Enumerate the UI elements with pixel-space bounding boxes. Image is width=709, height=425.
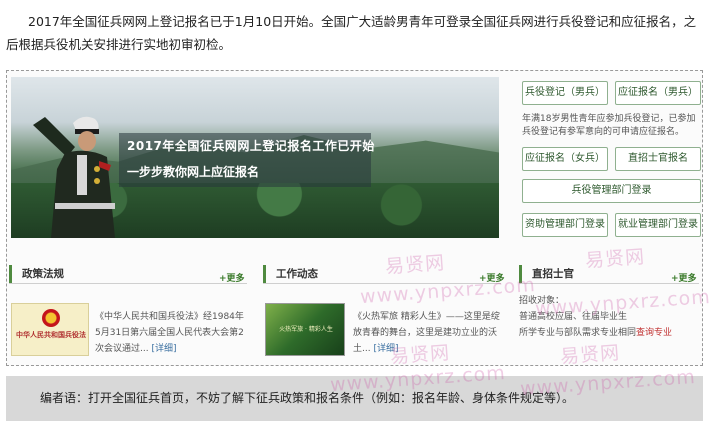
work-line-1: 《火热军旅 精彩人生》——这里是绽: [353, 312, 500, 322]
intro-paragraph: 2017年全国征兵网网上登记报名已于1月10日开始。全国广大适龄男青年可登录全国…: [6, 14, 697, 52]
work-detail-link[interactable]: [详细]: [373, 344, 398, 354]
policy-section-title[interactable]: 政策法规: [9, 265, 129, 283]
recruit-section-title[interactable]: 直招士官: [519, 265, 639, 283]
policy-line-3: 次会议通过...: [95, 344, 149, 354]
work-line-2: 放青春的舞台，这里是建功立业的沃: [353, 328, 498, 338]
policy-line-1: 《中华人民共和国兵役法》经1984年: [95, 312, 244, 322]
recruit-line-3: 所学专业与部队需求专业相同: [519, 328, 637, 338]
direct-recruit-button[interactable]: 直招士官报名: [615, 147, 701, 171]
query-major-link[interactable]: 查询专业: [636, 328, 672, 338]
employment-login-button[interactable]: 就业管理部门登录: [615, 213, 701, 237]
policy-detail-link[interactable]: [详细]: [151, 344, 176, 354]
law-cover-title: 中华人民共和国兵役法: [16, 330, 86, 339]
enlist-female-button[interactable]: 应征报名（女兵）: [522, 147, 608, 171]
editor-note: 编者语：打开全国征兵首页，不妨了解下征兵政策和报名条件（例如：报名年龄、身体条件…: [6, 376, 703, 421]
military-service-law-thumbnail[interactable]: 中华人民共和国兵役法: [11, 303, 89, 356]
registration-male-button[interactable]: 兵役登记（男兵）: [522, 81, 608, 105]
recruit-line-1: 招收对象：: [519, 296, 565, 306]
military-life-video-thumbnail[interactable]: 火热军旅 · 精彩人生: [265, 303, 345, 356]
work-line-3: 土...: [353, 344, 371, 354]
recruit-divider: [519, 283, 699, 284]
recruit-summary: 招收对象： 普通高校应届、往届毕业生 所学专业与部队需求专业相同查询专业: [519, 293, 699, 341]
policy-summary: 《中华人民共和国兵役法》经1984年 5月31日第六届全国人民代表大会第2 次会…: [95, 309, 255, 357]
aid-login-button[interactable]: 资助管理部门登录: [522, 213, 608, 237]
registration-note: 年满18岁男性青年应参加兵役登记，已参加兵役登记有参军意向的可申请应征报名。: [522, 114, 696, 137]
saluting-soldier-image: [33, 116, 115, 238]
enlist-male-button[interactable]: 应征报名（男兵）: [615, 81, 701, 105]
work-section-title[interactable]: 工作动态: [263, 265, 383, 283]
banner-title: 2017年全国征兵网网上登记报名工作已开始: [127, 139, 375, 153]
recruit-line-2: 普通高校应届、往届毕业生: [519, 312, 628, 322]
work-summary: 《火热军旅 精彩人生》——这里是绽 放青春的舞台，这里是建功立业的沃 土... …: [353, 309, 503, 357]
hero-banner[interactable]: 2017年全国征兵网网上登记报名工作已开始 一步步教你网上应征报名: [11, 77, 499, 238]
national-emblem-icon: [42, 309, 60, 327]
dept-login-button[interactable]: 兵役管理部门登录: [522, 179, 701, 203]
work-divider: [263, 283, 501, 284]
recruitment-portal-screenshot: 2017年全国征兵网网上登记报名工作已开始 一步步教你网上应征报名 兵役登记（男…: [6, 70, 703, 366]
banner-subtitle: 一步步教你网上应征报名: [127, 165, 260, 179]
policy-line-2: 5月31日第六届全国人民代表大会第2: [95, 328, 244, 338]
policy-divider: [9, 283, 247, 284]
video-thumbnail-caption: 火热军旅 · 精彩人生: [279, 326, 333, 333]
